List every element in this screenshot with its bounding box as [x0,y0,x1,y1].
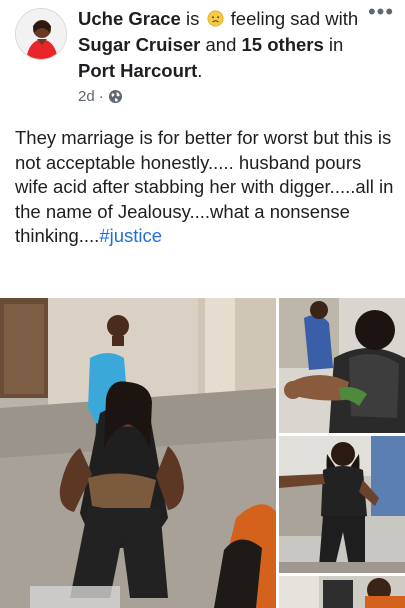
meta-separator: · [98,87,104,105]
post-header-text: Uche Grace is feeling sad with Sugar Cru… [78,6,360,84]
header-period: . [197,60,203,81]
photo-side-2[interactable] [279,436,405,573]
post-header: Uche Grace is feeling sad with Sugar Cru… [0,0,405,110]
photo-side-1[interactable] [279,298,405,433]
author-name[interactable]: Uche Grace [78,8,181,29]
photo-side-3[interactable] [279,576,405,608]
location-link[interactable]: Port Harcourt [78,60,197,81]
in-word: in [328,34,344,55]
others-link[interactable]: 15 others [242,34,324,55]
feeling-text: feeling sad [230,8,321,29]
photo-grid [0,298,405,608]
main-photo-image [0,298,276,608]
post-body: They marriage is for better for worst bu… [15,126,395,249]
post-time[interactable]: 2d [78,88,95,105]
with-word: with [325,8,359,29]
author-avatar[interactable] [15,8,67,60]
hashtag-link[interactable]: #justice [99,225,162,246]
is-word: is [185,8,200,29]
post-meta: 2d · [78,86,123,106]
sad-face-icon [207,10,223,27]
globe-icon[interactable] [108,89,123,104]
side-photo-1-image [279,298,405,433]
and-word: and [205,34,237,55]
side-photo-3-image [279,576,405,608]
side-photo-2-image [279,436,405,573]
more-options-button[interactable]: ••• [365,1,397,28]
photo-main[interactable] [0,298,276,608]
avatar-image [16,9,66,59]
tagged-friend-link[interactable]: Sugar Cruiser [78,34,200,55]
post-text: They marriage is for better for worst bu… [15,127,394,246]
